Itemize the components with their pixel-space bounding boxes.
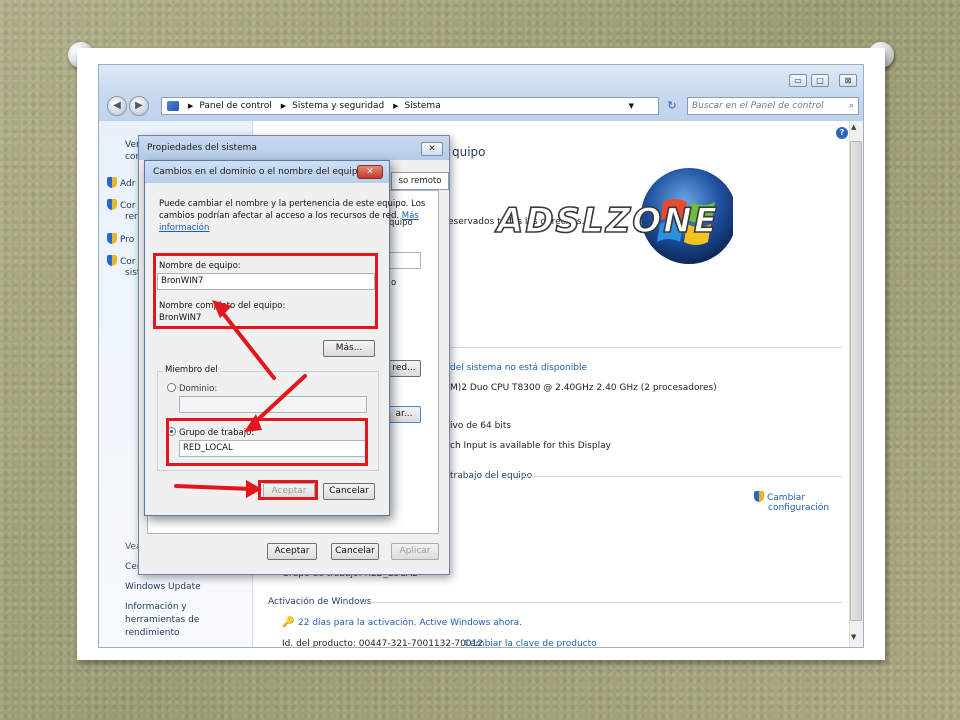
arrow-to-ok-button — [174, 484, 254, 491]
arrow-to-computer-name — [220, 310, 276, 380]
annotation-arrows — [174, 300, 307, 498]
arrowhead-icon — [246, 480, 262, 498]
arrow-to-workgroup — [251, 374, 307, 426]
arrowhead-icon — [212, 300, 232, 318]
